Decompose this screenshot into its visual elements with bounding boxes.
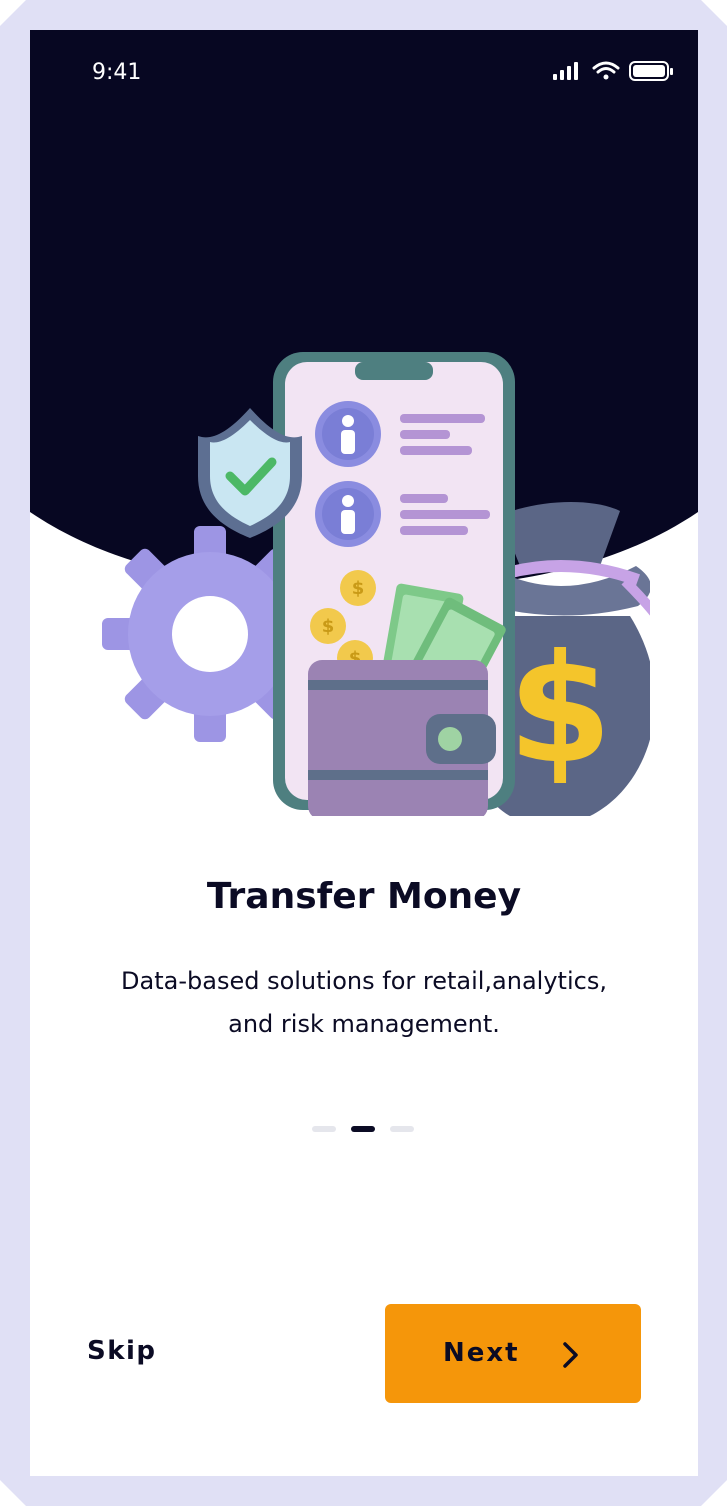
page-dot (312, 1126, 336, 1132)
svg-text:$: $ (322, 616, 335, 637)
battery-icon (629, 61, 673, 81)
hero-illustration: $ $ $ $ (102, 352, 650, 816)
onboarding-title: Transfer Money (206, 876, 522, 917)
signal-bars-icon (553, 62, 578, 80)
chevron-right-icon (563, 1342, 578, 1368)
description-line-2: and risk management. (228, 1010, 500, 1038)
onboarding-screen: 9:41 $ $ $ $ Transfer Money Data-based s… (30, 30, 698, 1476)
dollar-sign-icon: $ (508, 623, 612, 797)
onboarding-description: Data-based solutions for retail,analytic… (84, 960, 644, 1046)
next-button-label: Next (443, 1338, 520, 1368)
status-icons (553, 61, 673, 81)
page-dot-active (351, 1126, 375, 1132)
wallet-icon (308, 660, 496, 816)
status-time: 9:41 (92, 60, 142, 85)
skip-button[interactable]: Skip (87, 1336, 157, 1366)
description-line-1: Data-based solutions for retail,analytic… (121, 967, 607, 995)
page-dot (390, 1126, 414, 1132)
wifi-icon (592, 61, 620, 80)
next-button[interactable]: Next (385, 1304, 641, 1403)
svg-text:$: $ (352, 578, 365, 599)
